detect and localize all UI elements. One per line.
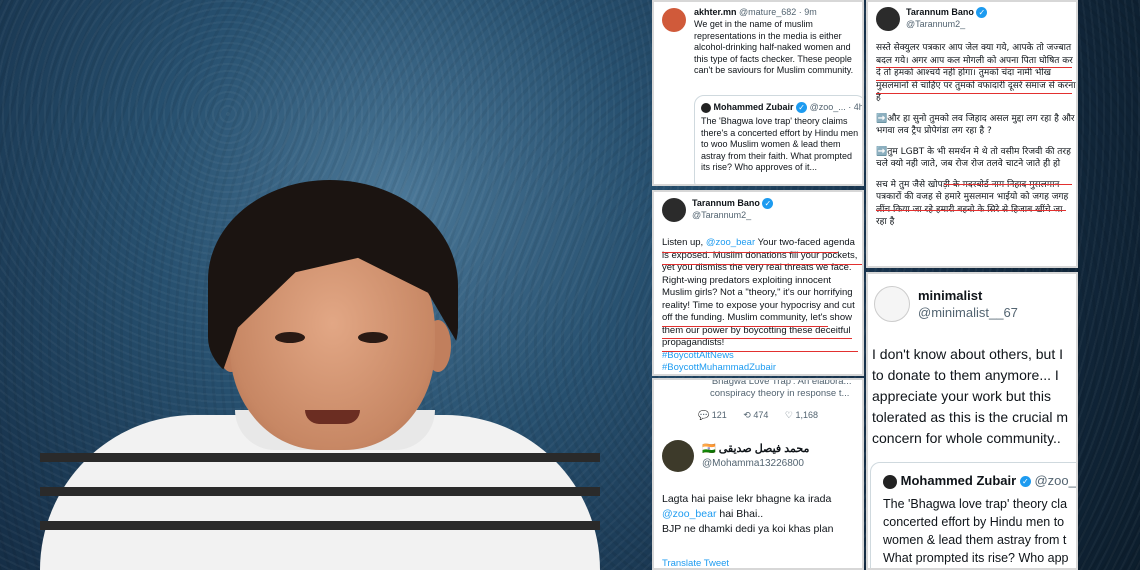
mention-link[interactable]: @zoo_bear (706, 237, 755, 248)
author-handle: @mature_682 (739, 7, 797, 17)
right-eye (358, 332, 388, 343)
tweet-text: सस्ते सेक्युलर पत्रकार आप जेल क्या गये, … (876, 42, 1076, 229)
paragraph: सच मे तुम जैसे खोपड़ी के मदरबोर्ड नाम नि… (876, 179, 1069, 228)
hashtag-link[interactable]: #BoycottMuhammadZubair (662, 362, 862, 374)
red-underline-mark (662, 338, 852, 339)
red-underline-mark (944, 184, 1072, 185)
tweet-text: Listen up, @zoo_bear Your two-faced agen… (662, 237, 862, 374)
country-flag-icon: 🇮🇳 (702, 443, 716, 455)
reply-count: 121 (711, 410, 727, 420)
quoted-text: The 'Bhagwa love trap' theory cla concer… (883, 497, 1069, 565)
quoted-tweet[interactable]: Mohammed Zubair ✓ @zoo_... · 4h The 'Bha… (694, 95, 864, 184)
avatar (662, 198, 686, 222)
red-underline-mark (876, 93, 1072, 94)
quoted-text: The 'Bhagwa love trap' theory claims the… (701, 116, 859, 172)
author-handle: @Mohamma13226800 (702, 458, 804, 469)
tweet-card-akhter[interactable]: akhter.mn @mature_682 · 9m We get in the… (652, 0, 864, 186)
like-count: 1,168 (795, 410, 819, 420)
avatar (662, 8, 686, 32)
paragraph: सस्ते सेक्युलर पत्रकार आप जेल क्या गये, … (876, 43, 1076, 103)
red-underline-mark (662, 264, 862, 265)
avatar (876, 7, 900, 31)
quoted-author-name: Mohammed Zubair (900, 473, 1017, 488)
red-underline-mark (876, 210, 1066, 211)
mouth (305, 410, 360, 424)
author-name[interactable]: akhter.mn (694, 7, 737, 17)
tweet-card-reply[interactable]: 'Bhagwa Love Trap': An elabora... conspi… (652, 378, 864, 570)
tweet-card-minimalist[interactable]: minimalist @minimalist__67 I don't know … (866, 272, 1078, 570)
text-line: hai Bhai.. (716, 508, 764, 520)
avatar (701, 102, 711, 113)
quoted-author-handle: @zoo_... (809, 102, 846, 112)
author-handle: @Tarannum2_ (692, 210, 752, 220)
person-photo (40, 170, 620, 570)
red-underline-mark (876, 67, 1072, 68)
red-underline-mark (662, 326, 828, 327)
text-prefix: Listen up, (662, 237, 706, 248)
avatar (662, 440, 694, 472)
tweet-text: I don't know about others, but I to dona… (872, 346, 1069, 446)
tweet-text: Lagta hai paise lekr bhagne ka irada @zo… (662, 492, 862, 537)
avatar (874, 286, 910, 322)
reply-icon[interactable]: 💬 (698, 410, 709, 420)
avatar (883, 474, 897, 489)
mention-link[interactable]: @zoo_bear (662, 508, 716, 520)
retweet-count: 474 (753, 410, 769, 420)
left-eye (275, 332, 305, 343)
quoted-author-handle: @zoo_... (1034, 473, 1076, 488)
author-name[interactable]: Tarannum Bano (906, 7, 974, 17)
verified-badge-icon: ✓ (1019, 476, 1031, 488)
quoted-author-name: Mohammed Zubair (713, 102, 794, 112)
quoted-timestamp: · 4h (848, 102, 864, 112)
author-handle: @minimalist__67 (918, 305, 1018, 320)
like-icon[interactable]: ♡ (785, 410, 793, 420)
tweet-card-tarannum-english[interactable]: Tarannum Bano ✓ @Tarannum2_ Listen up, @… (652, 190, 864, 376)
verified-badge-icon: ✓ (796, 102, 808, 114)
author-name[interactable]: محمد فيصل صديقى (719, 443, 810, 455)
retweet-icon[interactable]: ⟲ (743, 410, 751, 420)
text-line: BJP ne dhamki dedi ya koi khas plan (662, 523, 834, 535)
tweet-actions: 💬 121 ⟲ 474 ♡ 1,168 (698, 410, 818, 421)
red-underline-mark (876, 80, 1072, 81)
author-handle: @Tarannum2_ (906, 19, 966, 29)
translate-tweet-link[interactable]: Translate Tweet (662, 558, 729, 568)
paragraph: ➡️तुम LGBT के भी समर्थन मे थे तो वसीम रि… (876, 146, 1071, 170)
red-underline-mark (662, 252, 838, 253)
tweet-text: We get in the name of muslim representat… (694, 19, 854, 75)
paragraph: ➡️और हा सुनो तुमको लव जिहाद असल मुद्दा ल… (876, 113, 1075, 137)
verified-badge-icon: ✓ (976, 7, 988, 19)
quoted-article-text: 'Bhagwa Love Trap': An elabora... conspi… (710, 378, 852, 399)
author-name[interactable]: minimalist (918, 288, 982, 303)
red-underline-mark (662, 351, 858, 352)
author-name[interactable]: Tarannum Bano (692, 198, 760, 208)
timestamp: · 9m (798, 7, 817, 17)
text-line: Lagta hai paise lekr bhagne ka irada (662, 493, 832, 505)
verified-badge-icon: ✓ (762, 198, 774, 210)
text-body: Your two-faced agenda is exposed. Muslim… (662, 237, 858, 348)
quoted-tweet[interactable]: Mohammed Zubair ✓ @zoo_... The 'Bhagwa l… (870, 462, 1076, 568)
tweet-card-tarannum-hindi[interactable]: Tarannum Bano ✓ @Tarannum2_ सस्ते सेक्यु… (866, 0, 1078, 268)
